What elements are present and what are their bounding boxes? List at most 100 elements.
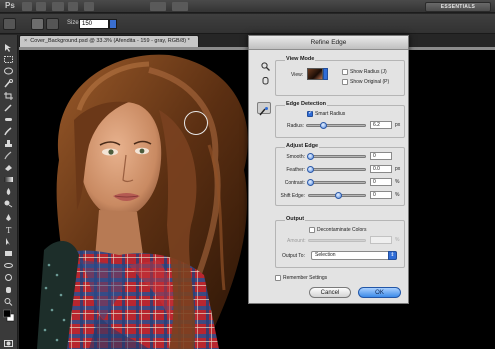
eraser-tool-icon[interactable] xyxy=(3,159,14,171)
path-selection-tool-icon[interactable] xyxy=(3,233,14,245)
contrast-input[interactable]: 0 xyxy=(370,178,392,186)
dodge-tool-icon[interactable] xyxy=(3,195,14,208)
decontaminate-colors-label: Decontaminate Colors xyxy=(317,227,367,233)
gradient-tool-icon[interactable] xyxy=(3,171,14,182)
tool-preset-picker-icon[interactable] xyxy=(3,18,16,30)
feather-unit: px xyxy=(395,166,401,172)
contrast-slider[interactable] xyxy=(307,179,366,186)
brush-size-dropdown[interactable] xyxy=(109,19,117,29)
contrast-unit: % xyxy=(395,179,400,185)
amount-label: Amount: xyxy=(287,238,306,244)
healing-brush-tool-icon[interactable] xyxy=(3,111,14,121)
shift-edge-unit: % xyxy=(395,192,400,198)
clone-stamp-tool-icon[interactable] xyxy=(3,135,14,147)
radius-unit: px xyxy=(395,122,401,128)
show-original-checkbox[interactable] xyxy=(342,79,348,85)
bridge-icon[interactable] xyxy=(22,2,32,11)
hand-tool-icon[interactable] xyxy=(68,2,78,11)
output-to-select[interactable]: Selection ⇕ xyxy=(311,251,397,260)
erase-refinements-tool-icon[interactable] xyxy=(46,18,59,30)
color-swatches-icon[interactable] xyxy=(3,309,15,323)
shift-edge-label: Shift Edge: xyxy=(280,193,305,199)
move-tool-icon[interactable] xyxy=(3,39,14,52)
shift-edge-slider-knob[interactable] xyxy=(335,192,342,199)
smooth-slider[interactable] xyxy=(307,153,366,160)
radius-label: Radius: xyxy=(287,123,304,129)
view-mode-group xyxy=(275,60,405,96)
quick-selection-tool-icon[interactable] xyxy=(3,75,14,88)
remember-settings-label: Remember Settings xyxy=(283,275,328,281)
lasso-tool-icon[interactable] xyxy=(3,63,14,75)
workspace-essentials-button[interactable]: ESSENTIALS xyxy=(425,2,491,12)
radius-slider-knob[interactable] xyxy=(320,122,327,129)
show-original-label: Show Original (P) xyxy=(350,79,390,85)
view-mode-thumbnail[interactable] xyxy=(307,68,323,80)
radius-input[interactable]: 6.2 xyxy=(370,121,392,129)
refine-radius-tool-icon[interactable] xyxy=(257,102,271,116)
view-mode-heading: View Mode xyxy=(285,56,316,62)
arrange-documents-icon[interactable] xyxy=(150,2,166,11)
cancel-button[interactable]: Cancel xyxy=(309,287,351,298)
hand-tool-icon[interactable] xyxy=(3,281,14,293)
screen-mode-icon[interactable] xyxy=(172,2,188,11)
crop-tool-icon[interactable] xyxy=(3,87,14,100)
radius-slider[interactable] xyxy=(306,122,366,129)
smooth-input[interactable]: 0 xyxy=(370,152,392,160)
view-label: View: xyxy=(291,72,304,78)
feather-slider[interactable] xyxy=(307,166,366,173)
options-bar: Size: 150 xyxy=(0,14,495,34)
decontaminate-colors-checkbox[interactable] xyxy=(309,227,315,233)
amount-unit: % xyxy=(395,237,400,243)
dialog-title: Refine Edge xyxy=(249,36,408,50)
3d-rotate-tool-icon[interactable] xyxy=(3,257,14,268)
remember-settings-checkbox[interactable] xyxy=(275,275,281,281)
show-radius-checkbox[interactable] xyxy=(342,69,348,75)
refine-radius-tool-icon[interactable] xyxy=(31,18,44,30)
brush-tool-icon[interactable] xyxy=(3,123,14,136)
history-brush-tool-icon[interactable] xyxy=(3,147,14,160)
feather-input[interactable]: 0.0 xyxy=(370,165,392,173)
zoom-level-icon[interactable] xyxy=(52,2,64,11)
blur-tool-icon[interactable] xyxy=(3,183,14,195)
pen-tool-icon[interactable] xyxy=(3,209,14,221)
feather-slider-knob[interactable] xyxy=(307,166,314,173)
zoom-tool-icon[interactable] xyxy=(261,58,270,71)
minibridge-icon[interactable] xyxy=(36,2,46,11)
marquee-tool-icon[interactable] xyxy=(3,51,14,63)
edge-detection-heading: Edge Detection xyxy=(285,101,328,107)
contrast-slider-knob[interactable] xyxy=(307,179,314,186)
show-radius-label: Show Radius (J) xyxy=(350,69,387,75)
shift-edge-slider[interactable] xyxy=(308,192,366,199)
view-mode-dropdown-arrow[interactable] xyxy=(323,68,328,80)
smooth-slider-knob[interactable] xyxy=(307,153,314,160)
photoshop-logo: Ps xyxy=(5,1,15,10)
shift-edge-input[interactable]: 0 xyxy=(370,191,392,199)
smart-radius-checkbox[interactable] xyxy=(307,109,313,117)
output-to-label: Output To: xyxy=(282,253,305,259)
zoom-tool-icon[interactable] xyxy=(84,2,94,11)
zoom-tool-icon[interactable] xyxy=(3,293,14,306)
document-tab-title: Cover_Background.psd @ 33.3% (Afendita -… xyxy=(30,38,190,44)
application-bar: Ps ESSENTIALS xyxy=(0,0,495,13)
amount-slider xyxy=(308,239,366,242)
smart-radius-label: Smart Radius xyxy=(315,111,346,117)
ok-button[interactable]: OK xyxy=(358,287,401,298)
adjust-edge-heading: Adjust Edge xyxy=(285,143,320,149)
contrast-label: Contrast: xyxy=(284,180,305,186)
amount-input xyxy=(370,236,392,244)
hand-tool-icon[interactable] xyxy=(261,72,270,85)
document-tab[interactable]: × Cover_Background.psd @ 33.3% (Afendita … xyxy=(19,35,199,47)
smooth-label: Smooth: xyxy=(286,154,305,160)
close-tab-icon[interactable]: × xyxy=(24,36,27,47)
3d-orbit-tool-icon[interactable] xyxy=(3,269,14,281)
shape-tool-icon[interactable] xyxy=(3,245,14,256)
tools-panel: T xyxy=(0,35,18,349)
select-arrows-icon: ⇕ xyxy=(388,251,397,260)
output-heading: Output xyxy=(285,216,306,222)
quick-mask-icon[interactable] xyxy=(3,335,14,347)
eyedropper-tool-icon[interactable] xyxy=(3,99,14,112)
brush-size-input[interactable]: 150 xyxy=(79,19,109,29)
photoshop-window: Ps ESSENTIALS Size: 150 T × Cover_Backgr… xyxy=(0,0,495,349)
brush-cursor-circle xyxy=(184,111,208,135)
type-tool-icon[interactable]: T xyxy=(3,221,14,235)
